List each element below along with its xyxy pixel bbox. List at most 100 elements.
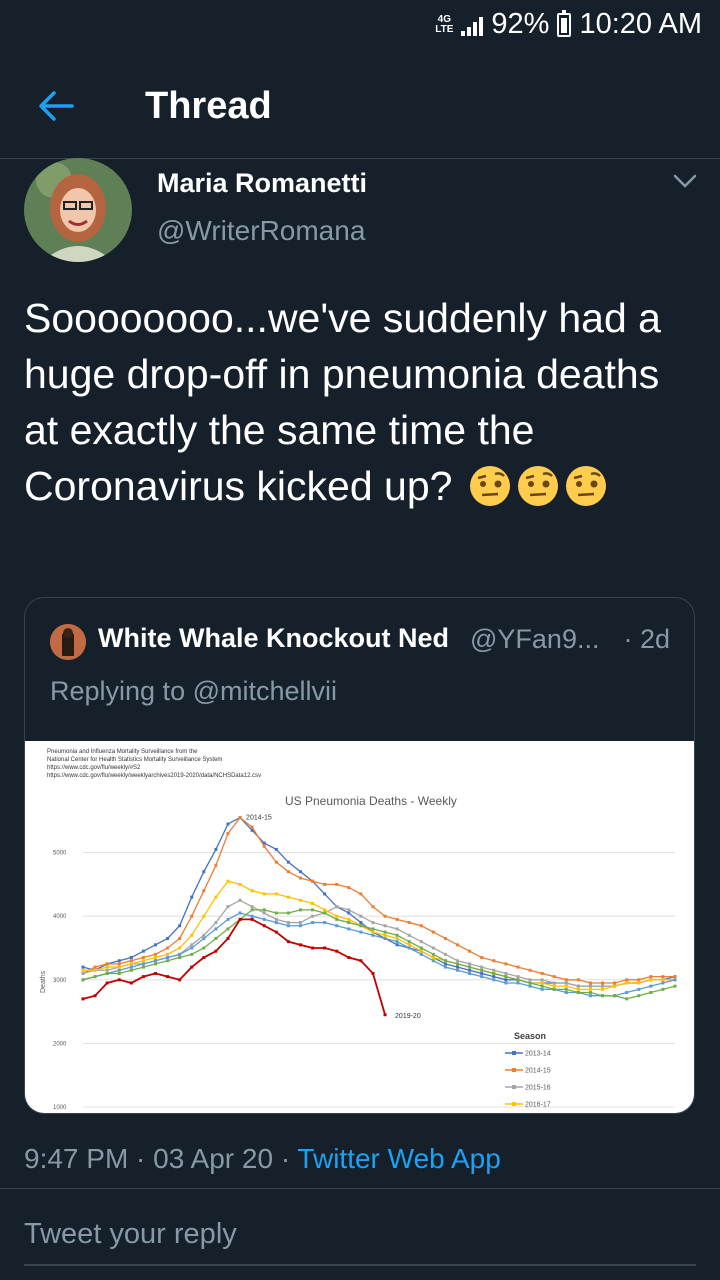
data-point: [528, 968, 532, 972]
data-point: [564, 981, 568, 985]
series-line-2017-18: [82, 912, 676, 997]
data-point: [407, 943, 411, 947]
series-line-2013-14: [82, 816, 676, 987]
data-point: [214, 847, 218, 851]
quoted-author-name[interactable]: White Whale Knockout Ned: [98, 623, 449, 654]
legend-marker: [512, 1051, 516, 1055]
data-point: [141, 949, 145, 953]
source-line-2: National Center for Health Statistics Mo…: [47, 757, 222, 763]
data-point: [178, 978, 182, 982]
data-point: [166, 936, 170, 940]
data-point: [588, 981, 592, 985]
data-point: [190, 943, 194, 947]
data-point: [178, 946, 182, 950]
data-point: [443, 936, 447, 940]
data-point: [311, 921, 315, 925]
data-point: [105, 981, 109, 985]
data-point: [274, 860, 278, 864]
data-point: [298, 921, 302, 925]
data-point: [335, 924, 339, 928]
data-point: [359, 914, 363, 918]
data-point: [153, 943, 157, 947]
data-point: [202, 956, 206, 960]
tweet-text: Soooooooo...we've suddenly had a huge dr…: [24, 295, 661, 509]
data-point: [93, 965, 97, 969]
data-point: [129, 968, 133, 972]
data-point: [601, 981, 605, 985]
chevron-down-icon[interactable]: [672, 172, 698, 190]
legend-marker: [512, 1068, 516, 1072]
reply-input[interactable]: Tweet your reply: [24, 1218, 237, 1251]
data-point: [262, 892, 266, 896]
data-point: [105, 971, 109, 975]
data-point: [178, 952, 182, 956]
tweet-meta: 9:47 PM · 03 Apr 20 · Twitter Web App: [24, 1143, 501, 1175]
data-point: [431, 930, 435, 934]
author-handle[interactable]: @WriterRomana: [157, 215, 365, 247]
data-point: [504, 971, 508, 975]
quoted-avatar[interactable]: [50, 624, 86, 660]
data-point: [540, 984, 544, 988]
data-point: [431, 959, 435, 963]
data-point: [298, 898, 302, 902]
data-point: [588, 991, 592, 995]
data-point: [286, 911, 290, 915]
data-point: [226, 936, 230, 940]
series-line-2014-15: [82, 816, 675, 984]
data-point: [81, 971, 85, 975]
data-point: [298, 876, 302, 880]
y-tick-label: 5000: [53, 851, 67, 857]
replying-to[interactable]: Replying to @mitchellvii: [50, 676, 337, 707]
data-point: [564, 978, 568, 982]
source-app-link[interactable]: Twitter Web App: [297, 1143, 500, 1174]
data-point: [81, 965, 85, 969]
data-point: [153, 952, 157, 956]
data-point: [649, 991, 653, 995]
data-point: [202, 936, 206, 940]
data-point: [395, 936, 399, 940]
data-point: [661, 975, 665, 979]
data-point: [274, 930, 278, 934]
data-point: [359, 959, 363, 963]
data-point: [226, 917, 230, 921]
data-point: [480, 965, 484, 969]
data-point: [637, 978, 641, 982]
data-point: [274, 892, 278, 896]
timestamp: 9:47 PM · 03 Apr 20 ·: [24, 1143, 298, 1174]
data-point: [117, 965, 121, 969]
data-point: [576, 987, 580, 991]
data-point: [347, 927, 351, 931]
data-point: [262, 911, 266, 915]
chart-image[interactable]: Pneumonia and Influenza Mortality Survei…: [25, 741, 694, 1113]
data-point: [347, 917, 351, 921]
data-point: [93, 968, 97, 972]
y-axis-label: Deaths: [40, 970, 47, 993]
data-point: [226, 879, 230, 883]
data-point: [649, 984, 653, 988]
data-point: [238, 898, 242, 902]
data-point: [81, 978, 85, 982]
data-point: [190, 933, 194, 937]
data-point: [105, 968, 109, 972]
data-point: [625, 997, 629, 1001]
back-arrow-icon[interactable]: [36, 86, 76, 126]
data-point: [576, 984, 580, 988]
quoted-tweet[interactable]: White Whale Knockout Ned @YFan9... · 2d …: [24, 597, 695, 1114]
data-point: [468, 965, 472, 969]
author-name[interactable]: Maria Romanetti: [157, 168, 367, 199]
data-point: [564, 984, 568, 988]
data-point: [371, 930, 375, 934]
y-tick-label: 1000: [53, 1105, 67, 1111]
data-point: [105, 965, 109, 969]
data-point: [395, 943, 399, 947]
data-point: [226, 822, 230, 826]
avatar[interactable]: [24, 158, 132, 262]
data-point: [528, 981, 532, 985]
data-point: [504, 975, 508, 979]
data-point: [673, 978, 677, 982]
data-point: [613, 984, 617, 988]
data-point: [347, 886, 351, 890]
quoted-author-handle[interactable]: @YFan9...: [470, 624, 599, 655]
data-point: [504, 962, 508, 966]
divider: [0, 1188, 720, 1189]
